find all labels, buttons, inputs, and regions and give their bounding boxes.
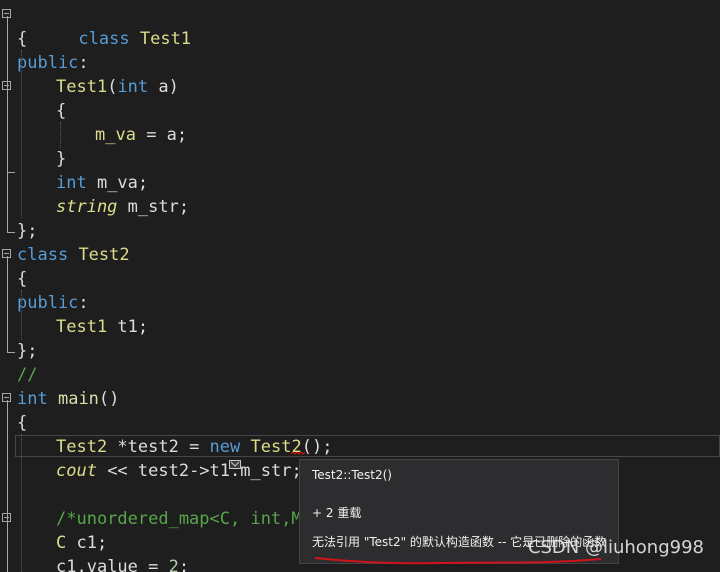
param-name: a — [148, 77, 169, 97]
outline-guide — [7, 400, 8, 572]
indent-guide — [21, 50, 22, 218]
tooltip-signature: Test2::Test2() — [312, 468, 392, 482]
access-specifier: public — [17, 293, 79, 313]
brace: }; — [17, 341, 38, 361]
outline-guide-end — [7, 352, 15, 353]
outline-guide-end — [7, 232, 15, 233]
object: c1. — [56, 557, 87, 572]
error-squiggle-icon — [291, 452, 305, 455]
brace: { — [56, 101, 67, 121]
indent-guide — [60, 122, 61, 148]
comment: // — [17, 365, 38, 385]
statement-rest: m_va; — [86, 173, 149, 193]
type: C — [56, 533, 67, 553]
class-name: Test2 — [78, 245, 130, 265]
brace: } — [56, 149, 67, 169]
code-line[interactable]: { — [0, 99, 720, 123]
pointer-decl: *test2 = — [107, 437, 210, 457]
code-line[interactable]: m_va = a; — [0, 123, 720, 147]
code-line[interactable]: class Test2 — [0, 243, 720, 267]
outline-guide — [7, 256, 8, 352]
outline-guide — [7, 88, 8, 172]
paren-open: ( — [107, 77, 118, 97]
code-line[interactable]: }; — [0, 339, 720, 363]
indent-guide — [21, 434, 22, 572]
return-type: int — [17, 389, 48, 409]
code-line[interactable]: Test1 t1; — [0, 315, 720, 339]
member-var: m_str — [240, 461, 292, 481]
code-editor[interactable]: class Test1 { public: Test1(int a) { m_v… — [0, 0, 720, 572]
type: Test1 — [56, 317, 108, 337]
object: cout — [56, 461, 97, 481]
brace: }; — [17, 221, 38, 241]
code-line[interactable]: } — [0, 147, 720, 171]
comment: /*unordered_map<C, int,My — [56, 509, 312, 529]
code-line[interactable]: }; — [0, 219, 720, 243]
type: string — [56, 197, 118, 217]
param-type: int — [117, 77, 149, 97]
code-line[interactable]: public: — [0, 51, 720, 75]
indent-guide — [21, 290, 22, 340]
code-line[interactable]: string m_str; — [0, 195, 720, 219]
code-line[interactable]: Test2 *test2 = new Test2(); — [0, 435, 720, 459]
code-line[interactable]: int main() — [0, 387, 720, 411]
type: Test2 — [56, 437, 108, 457]
code-line[interactable]: { — [0, 27, 720, 51]
quick-action-icon[interactable] — [229, 460, 241, 469]
member-var: value — [86, 557, 138, 572]
brace: { — [17, 269, 28, 289]
keyword: class — [17, 245, 69, 265]
function-name: main — [57, 389, 99, 409]
code-line[interactable]: { — [0, 411, 720, 435]
type: int — [56, 173, 87, 193]
expression: << test2->t1. — [96, 461, 241, 481]
outline-guide-end — [7, 172, 15, 173]
constructor-name: Test1 — [56, 77, 108, 97]
statement-rest: = a; — [135, 125, 188, 145]
code-line[interactable]: public: — [0, 291, 720, 315]
colon: : — [78, 53, 89, 73]
paren-close: ) — [168, 77, 179, 97]
number: 2 — [168, 557, 179, 572]
code-line[interactable]: int m_va; — [0, 171, 720, 195]
semicolon: ; — [322, 437, 333, 457]
code-line[interactable]: class Test1 — [0, 3, 720, 49]
code-line[interactable]: { — [0, 267, 720, 291]
brace: { — [17, 413, 28, 433]
assign: = — [137, 557, 169, 572]
access-specifier: public — [17, 53, 79, 73]
statement-rest: c1; — [66, 533, 108, 553]
keyword: new — [209, 437, 241, 457]
member-var: m_va — [95, 125, 136, 145]
code-line[interactable]: Test1(int a) — [0, 75, 720, 99]
colon: : — [78, 293, 89, 313]
statement-rest: t1; — [107, 317, 149, 337]
code-line[interactable]: // — [0, 363, 720, 387]
watermark: CSDN @liuhong998 — [527, 537, 704, 558]
brace: { — [17, 29, 28, 49]
semicolon: ; — [178, 557, 190, 572]
statement-rest: m_str; — [117, 197, 190, 217]
tooltip-overloads[interactable]: + 2 重载 — [312, 504, 361, 521]
parens: () — [98, 389, 120, 409]
